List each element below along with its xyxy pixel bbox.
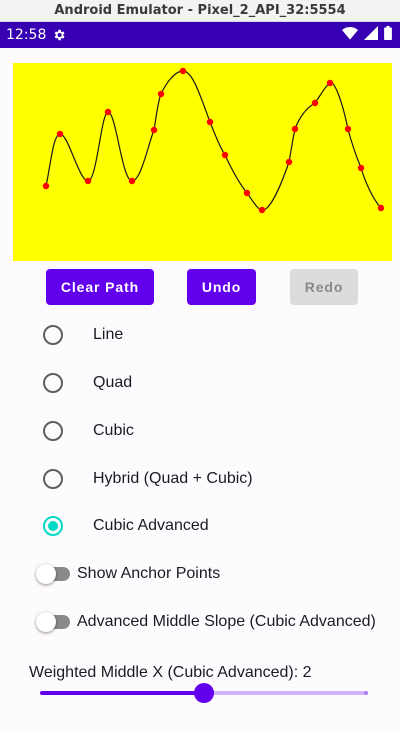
- anchor-point: [84, 177, 92, 185]
- anchor-point: [42, 182, 50, 190]
- switch-label: Advanced Middle Slope (Cubic Advanced): [77, 613, 376, 630]
- radio-button[interactable]: [43, 373, 63, 393]
- curve-path: [45, 70, 382, 211]
- switch-thumb[interactable]: [36, 612, 56, 632]
- switch-thumb[interactable]: [36, 564, 56, 584]
- anchor-point: [206, 118, 214, 126]
- wifi-icon: [342, 26, 358, 45]
- anchor-point: [357, 164, 365, 172]
- anchor-point: [179, 67, 187, 75]
- radio-label: Cubic Advanced: [93, 517, 209, 534]
- app-content: Clear Path Undo Redo Line Quad Cubic Hyb…: [0, 48, 400, 732]
- anchor-point: [326, 79, 334, 87]
- status-bar: 12:58: [0, 22, 400, 48]
- radio-button[interactable]: [43, 469, 63, 489]
- anchor-point: [128, 177, 136, 185]
- radio-label: Hybrid (Quad + Cubic): [93, 470, 253, 487]
- drawing-canvas[interactable]: [13, 63, 392, 261]
- radio-label: Line: [93, 326, 124, 343]
- battery-icon: [384, 25, 392, 45]
- redo-button[interactable]: Redo: [290, 269, 358, 305]
- radio-button-selected[interactable]: [43, 516, 63, 536]
- radio-button[interactable]: [43, 325, 63, 345]
- anchor-point: [311, 99, 319, 107]
- radio-option-line[interactable]: Line: [0, 315, 400, 355]
- anchor-point: [157, 90, 165, 98]
- radio-label: Quad: [93, 374, 133, 391]
- anchor-point: [291, 125, 299, 133]
- slider-tick: [364, 691, 368, 695]
- radio-option-quad[interactable]: Quad: [0, 363, 400, 403]
- anchor-point: [104, 108, 112, 116]
- switch-label: Show Anchor Points: [77, 565, 221, 582]
- anchor-point: [377, 204, 385, 212]
- slider-thumb[interactable]: [194, 683, 214, 703]
- radio-button[interactable]: [43, 421, 63, 441]
- switch-advanced-middle-slope[interactable]: Advanced Middle Slope (Cubic Advanced): [0, 602, 400, 642]
- switch-show-anchor-points[interactable]: Show Anchor Points: [0, 554, 400, 594]
- emulator-title-bar: Android Emulator - Pixel_2_API_32:5554: [0, 0, 400, 22]
- anchor-point: [56, 130, 64, 138]
- anchor-point: [258, 206, 266, 214]
- radio-option-cubic-advanced[interactable]: Cubic Advanced: [0, 506, 400, 546]
- anchor-point: [221, 151, 229, 159]
- anchor-point: [150, 126, 158, 134]
- anchor-points: [42, 67, 385, 214]
- slider-active-track: [41, 691, 204, 695]
- signal-icon: [364, 25, 378, 45]
- radio-option-hybrid[interactable]: Hybrid (Quad + Cubic): [0, 459, 400, 499]
- slider-tick: [40, 691, 44, 695]
- radio-option-cubic[interactable]: Cubic: [0, 411, 400, 451]
- slider-label: Weighted Middle X (Cubic Advanced): 2: [29, 664, 312, 681]
- anchor-point: [243, 189, 251, 197]
- clear-path-button[interactable]: Clear Path: [46, 269, 154, 305]
- status-time: 12:58: [6, 27, 47, 43]
- gear-icon: [52, 28, 66, 42]
- anchor-point: [344, 125, 352, 133]
- undo-button[interactable]: Undo: [187, 269, 256, 305]
- radio-label: Cubic: [93, 422, 134, 439]
- window-title: Android Emulator - Pixel_2_API_32:5554: [54, 3, 346, 18]
- anchor-point: [285, 158, 293, 166]
- curve-path-svg: [42, 67, 385, 214]
